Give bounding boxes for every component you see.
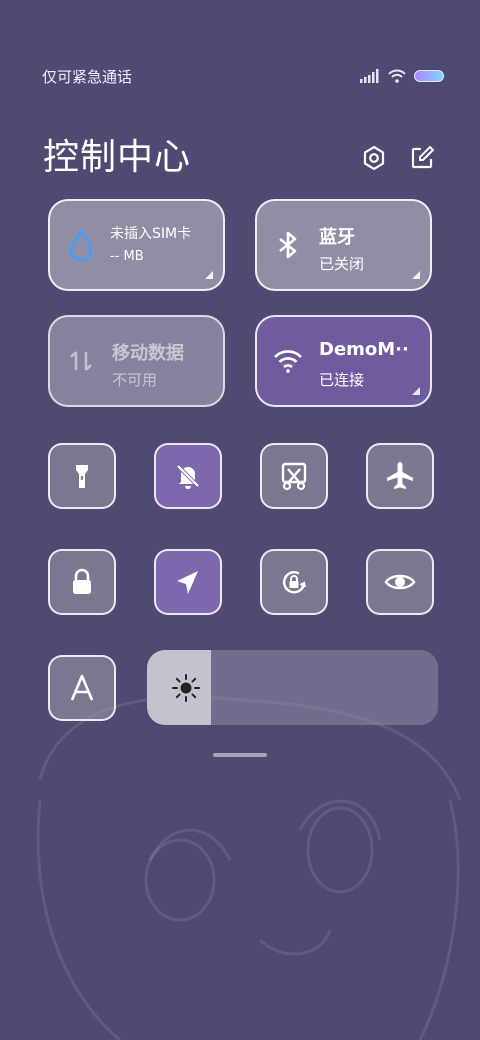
- mute-bell-icon: [176, 464, 200, 489]
- wifi-status-icon: [388, 69, 406, 83]
- airplane-toggle[interactable]: [366, 443, 434, 509]
- location-toggle[interactable]: [154, 549, 222, 615]
- wifi-tile[interactable]: DemoM·· 已连接: [255, 315, 432, 407]
- brightness-slider[interactable]: [147, 650, 438, 725]
- expand-corner-icon: [412, 271, 420, 279]
- auto-brightness-button[interactable]: [48, 655, 116, 721]
- lock-screen-toggle[interactable]: [48, 549, 116, 615]
- wifi-icon: [274, 350, 302, 373]
- sun-icon: [172, 674, 200, 702]
- sim-status-text: 未插入SIM卡: [110, 226, 192, 242]
- reading-mode-toggle[interactable]: [366, 549, 434, 615]
- mobile-data-tile[interactable]: 移动数据 不可用: [48, 315, 225, 407]
- signal-icon: [360, 69, 379, 83]
- bluetooth-label: 蓝牙: [319, 227, 355, 248]
- flashlight-icon: [76, 465, 88, 488]
- drag-handle[interactable]: [213, 753, 267, 757]
- mute-toggle[interactable]: [154, 443, 222, 509]
- page-title: 控制中心: [43, 137, 192, 178]
- data-usage-value: -- MB: [110, 249, 144, 264]
- water-drop-icon: [69, 229, 93, 262]
- wifi-network-name: DemoM··: [319, 339, 409, 360]
- data-transfer-icon: [70, 351, 92, 371]
- airplane-icon: [387, 462, 413, 489]
- bluetooth-status: 已关闭: [319, 255, 365, 273]
- carrier-label: 仅可紧急通话: [42, 68, 133, 86]
- rotation-lock-toggle[interactable]: [260, 549, 328, 615]
- edit-icon: [411, 145, 435, 169]
- wifi-status: 已连接: [319, 371, 365, 389]
- screenshot-icon: [281, 462, 307, 491]
- bluetooth-tile[interactable]: 蓝牙 已关闭: [255, 199, 432, 291]
- expand-corner-icon: [205, 271, 213, 279]
- eye-icon: [384, 574, 416, 590]
- rotation-lock-icon: [282, 571, 307, 594]
- gear-icon: [363, 145, 385, 171]
- battery-icon: [414, 70, 444, 82]
- mobile-data-label: 移动数据: [112, 343, 184, 364]
- data-usage-tile[interactable]: 未插入SIM卡 -- MB: [48, 199, 225, 291]
- location-icon: [177, 571, 198, 594]
- status-bar: 仅可紧急通话: [42, 64, 444, 88]
- font-a-icon: [70, 674, 94, 701]
- bluetooth-icon: [279, 231, 297, 259]
- mobile-data-status: 不可用: [112, 371, 158, 389]
- expand-corner-icon: [412, 387, 420, 395]
- settings-button[interactable]: [360, 144, 388, 172]
- screenshot-toggle[interactable]: [260, 443, 328, 509]
- flashlight-toggle[interactable]: [48, 443, 116, 509]
- lock-icon: [73, 568, 91, 594]
- edit-button[interactable]: [408, 144, 436, 172]
